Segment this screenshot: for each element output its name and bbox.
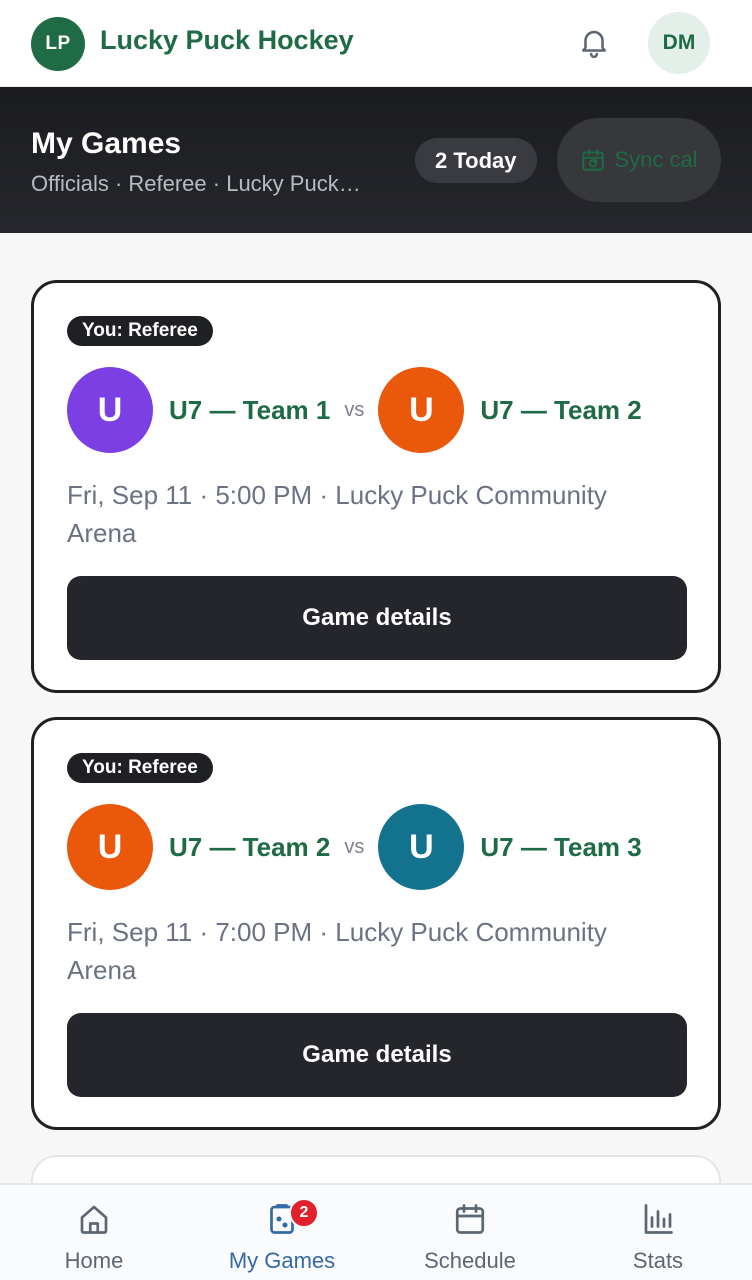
role-badge: You: Referee xyxy=(67,316,213,346)
matchup-row: U U7 — Team 1 vs U U7 — Team 2 xyxy=(67,367,642,453)
nav-label-schedule: Schedule xyxy=(424,1248,516,1273)
app-logo[interactable]: LP xyxy=(31,17,85,71)
game-time-location: Fri, Sep 11 · 5:00 PM · Lucky Puck Commu… xyxy=(67,480,607,548)
nav-item-stats[interactable]: Stats xyxy=(564,1185,752,1280)
game-card: You: Referee U U7 — Team 2 vs U U7 — Tea… xyxy=(31,717,721,1130)
away-team-logo: U xyxy=(378,367,465,453)
away-team-name[interactable]: U7 — Team 3 xyxy=(480,832,641,863)
home-team-name[interactable]: U7 — Team 2 xyxy=(169,832,330,863)
game-card: You: Referee U U7 — Team 1 vs U U7 — Tea… xyxy=(31,280,721,693)
game-details-button[interactable]: Game details xyxy=(67,1013,687,1097)
nav-label-my-games: My Games xyxy=(228,1248,336,1273)
away-team-name[interactable]: U7 — Team 2 xyxy=(480,395,641,426)
nav-label-stats: Stats xyxy=(632,1248,684,1273)
game-time-location: Fri, Sep 11 · 7:00 PM · Lucky Puck Commu… xyxy=(67,917,607,985)
role-badge: You: Referee xyxy=(67,753,213,783)
page-title: My Games xyxy=(31,127,182,160)
vs-label: vs xyxy=(344,835,365,858)
nav-item-my-games[interactable]: 2 My Games xyxy=(188,1185,376,1280)
home-team-logo: U xyxy=(67,804,153,890)
nav-label-home: Home xyxy=(64,1248,124,1273)
vs-label: vs xyxy=(344,398,365,421)
home-team-logo: U xyxy=(67,367,153,453)
notifications-button[interactable] xyxy=(572,20,616,64)
user-avatar[interactable]: DM xyxy=(648,12,710,74)
calendar-icon xyxy=(452,1201,488,1237)
nav-badge-count: 2 xyxy=(289,1198,319,1228)
app-title: Lucky Puck Hockey xyxy=(100,25,354,55)
sync-calendar-button[interactable]: Sync cal xyxy=(557,118,721,202)
bell-icon xyxy=(582,30,606,59)
matchup-row: U U7 — Team 2 vs U U7 — Team 3 xyxy=(67,804,642,890)
stats-icon xyxy=(640,1201,676,1237)
page-subtitle: Officials · Referee · Lucky Puck… xyxy=(31,171,361,196)
nav-item-home[interactable]: Home xyxy=(0,1185,188,1280)
app-bar: LP Lucky Puck Hockey DM xyxy=(0,0,752,87)
home-team-name[interactable]: U7 — Team 1 xyxy=(169,395,330,426)
away-team-logo: U xyxy=(378,804,465,890)
page-header: My Games Officials · Referee · Lucky Puc… xyxy=(0,87,752,233)
home-icon xyxy=(76,1201,112,1237)
calendar-sync-icon xyxy=(582,149,605,171)
today-count-pill: 2 Today xyxy=(415,138,537,183)
game-details-button[interactable]: Game details xyxy=(67,576,687,660)
sync-calendar-label: Sync cal xyxy=(614,147,698,172)
bottom-nav: Home 2 My Games Schedule Stats xyxy=(0,1183,752,1280)
nav-item-schedule[interactable]: Schedule xyxy=(376,1185,564,1280)
